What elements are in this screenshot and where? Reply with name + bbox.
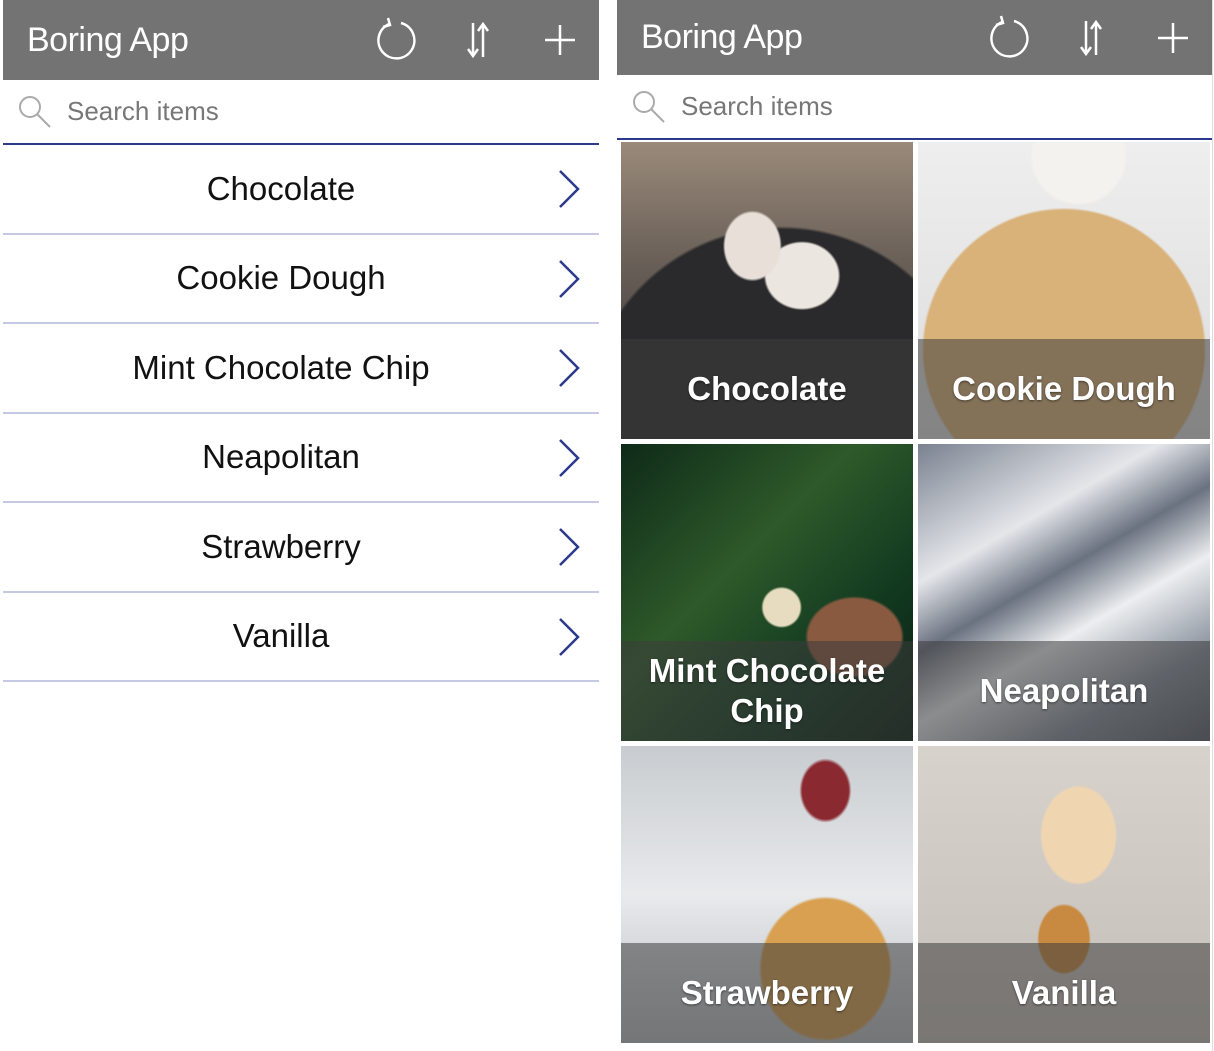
gallery-tile[interactable]: Strawberry xyxy=(621,746,913,1043)
item-label: Neapolitan xyxy=(202,438,360,476)
list-item[interactable]: Cookie Dough xyxy=(3,235,599,324)
search-bar xyxy=(3,80,599,145)
gallery-tile[interactable]: Cookie Dough xyxy=(918,142,1210,439)
search-input[interactable] xyxy=(67,96,467,127)
gallery-tile[interactable]: Vanilla xyxy=(918,746,1210,1043)
item-list: Chocolate Cookie Dough Mint Chocolate Ch… xyxy=(3,145,599,682)
item-gallery: Chocolate Cookie Dough Mint Chocolate Ch… xyxy=(617,140,1212,1045)
chevron-right-icon[interactable] xyxy=(557,348,581,388)
list-item[interactable]: Vanilla xyxy=(3,593,599,682)
app-title: Boring App xyxy=(27,20,189,59)
item-label: Mint Chocolate Chip xyxy=(132,348,430,386)
list-item[interactable]: Mint Chocolate Chip xyxy=(3,324,599,414)
search-input[interactable] xyxy=(681,91,1081,122)
sort-icon[interactable] xyxy=(453,15,503,65)
tile-caption: Cookie Dough xyxy=(918,339,1210,439)
item-label: Cookie Dough xyxy=(176,259,386,297)
tile-caption: Vanilla xyxy=(918,943,1210,1043)
list-item[interactable]: Strawberry xyxy=(3,503,599,593)
add-icon[interactable] xyxy=(535,15,585,65)
item-label: Vanilla xyxy=(232,617,330,655)
chevron-right-icon[interactable] xyxy=(557,259,581,299)
chevron-right-icon[interactable] xyxy=(557,169,581,209)
list-item[interactable]: Neapolitan xyxy=(3,414,599,503)
tile-caption: Neapolitan xyxy=(918,641,1210,741)
item-label: Strawberry xyxy=(201,527,361,565)
list-item[interactable]: Chocolate xyxy=(3,145,599,235)
tile-caption: Mint Chocolate Chip xyxy=(621,641,913,741)
list-screen: Boring App Chocolate Cookie Dough Mint C… xyxy=(3,0,599,1051)
refresh-icon[interactable] xyxy=(371,15,421,65)
gallery-tile[interactable]: Mint Chocolate Chip xyxy=(621,444,913,741)
gallery-tile[interactable]: Chocolate xyxy=(621,142,913,439)
search-bar xyxy=(617,75,1212,140)
chevron-right-icon[interactable] xyxy=(557,438,581,478)
tile-caption: Strawberry xyxy=(621,943,913,1043)
tile-caption: Chocolate xyxy=(621,339,913,439)
app-header: Boring App xyxy=(617,0,1212,75)
chevron-right-icon[interactable] xyxy=(557,617,581,657)
gallery-screen: Boring App Chocolate Cookie Dough Mint C… xyxy=(617,0,1213,1051)
gallery-tile[interactable]: Neapolitan xyxy=(918,444,1210,741)
app-header: Boring App xyxy=(3,0,599,80)
chevron-right-icon[interactable] xyxy=(557,527,581,567)
refresh-icon[interactable] xyxy=(984,13,1034,63)
search-icon xyxy=(631,89,667,125)
app-title: Boring App xyxy=(641,18,803,56)
sort-icon[interactable] xyxy=(1066,13,1116,63)
add-icon[interactable] xyxy=(1148,13,1198,63)
search-icon xyxy=(17,94,53,130)
item-label: Chocolate xyxy=(206,169,356,207)
